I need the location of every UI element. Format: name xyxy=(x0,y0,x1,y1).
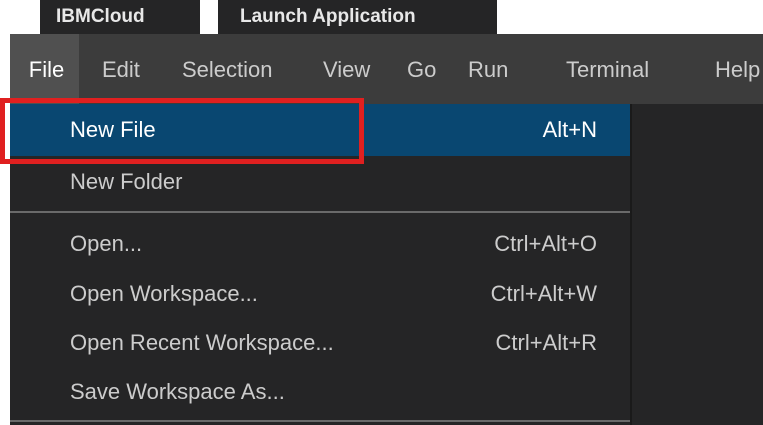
menu-item-label: New File xyxy=(70,117,156,142)
menu-item-label: Open... xyxy=(70,231,143,256)
menu-item-open[interactable]: Open... Ctrl+Alt+O xyxy=(10,218,630,270)
menu-separator xyxy=(10,420,630,422)
menu-item-open-workspace[interactable]: Open Workspace... Ctrl+Alt+W xyxy=(10,268,630,320)
menu-item-shortcut: Alt+N xyxy=(542,117,597,142)
menu-selection[interactable]: Selection xyxy=(182,34,273,104)
menu-item-shortcut: Ctrl+Alt+R xyxy=(495,330,597,355)
top-tab-strip: IBMCloud Launch Application xyxy=(0,0,763,34)
menu-item-shortcut: Ctrl+Alt+O xyxy=(494,231,597,256)
menu-bar: File Edit Selection View Go Run Terminal… xyxy=(0,34,763,104)
menu-help[interactable]: Help xyxy=(715,34,760,104)
menu-item-label: Save Workspace As... xyxy=(70,379,285,404)
menu-view[interactable]: View xyxy=(323,34,370,104)
menu-item-new-file[interactable]: New File Alt+N xyxy=(10,104,630,156)
menu-item-new-folder[interactable]: New Folder xyxy=(10,156,630,208)
menu-item-open-recent-workspace[interactable]: Open Recent Workspace... Ctrl+Alt+R xyxy=(10,317,630,369)
menu-run[interactable]: Run xyxy=(468,34,508,104)
menu-terminal[interactable]: Terminal xyxy=(566,34,649,104)
menu-go[interactable]: Go xyxy=(407,34,436,104)
menu-separator xyxy=(10,211,630,213)
menu-file[interactable]: File xyxy=(10,34,79,104)
menu-item-save-workspace-as[interactable]: Save Workspace As... xyxy=(10,366,630,418)
menu-item-shortcut: Ctrl+Alt+W xyxy=(490,281,597,306)
tab-ibmcloud[interactable]: IBMCloud xyxy=(40,0,200,34)
menu-edit[interactable]: Edit xyxy=(102,34,140,104)
menu-item-label: Open Workspace... xyxy=(70,281,258,306)
menu-item-label: Open Recent Workspace... xyxy=(70,330,334,355)
menu-item-label: New Folder xyxy=(70,169,183,194)
file-menu-dropdown: New File Alt+N New Folder Open... Ctrl+A… xyxy=(10,104,630,425)
ide-window: IBMCloud Launch Application File Edit Se… xyxy=(0,0,763,425)
tab-launch-application[interactable]: Launch Application xyxy=(218,0,497,34)
